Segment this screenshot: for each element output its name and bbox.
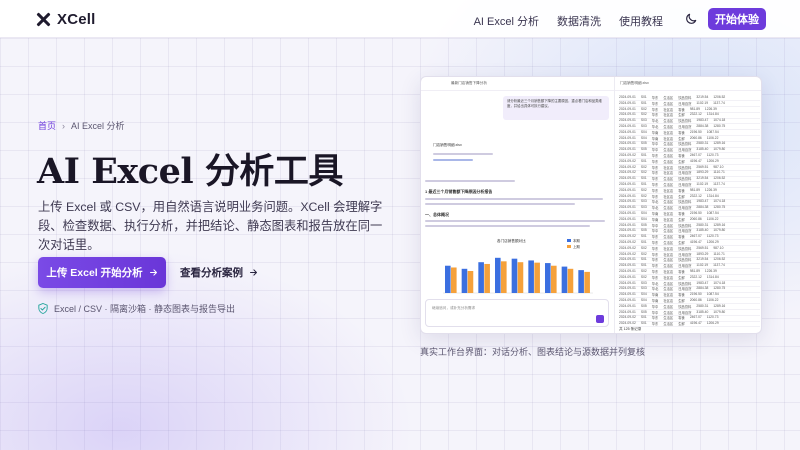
table-footer: 共 125 条记录 [619, 327, 642, 331]
breadcrumb-separator: › [62, 120, 66, 131]
feature-list: Excel / CSV · 隔离沙箱 · 静态图表与报告导出 [38, 302, 235, 315]
upload-excel-button[interactable]: 上传 Excel 开始分析 [38, 257, 166, 288]
x-logo-icon [36, 12, 51, 27]
logo[interactable]: XCell [36, 11, 96, 28]
breadcrumb: 首页 › AI Excel 分析 [38, 119, 125, 132]
bar-S06-series-0 [528, 260, 534, 293]
bar-S09-series-1 [584, 271, 590, 293]
table-header: 门店销售明细.xlsx [615, 77, 761, 91]
bar-S07-series-0 [545, 263, 551, 293]
bar-S02-series-0 [461, 268, 468, 293]
arrow-right-icon [250, 269, 257, 276]
chat-input-placeholder: 继续追问，或补充分析需求 [432, 306, 476, 310]
section-title: 一、总体概况 [425, 212, 449, 217]
view-cases-label: 查看分析案例 [180, 267, 243, 279]
bar-S04-series-0 [495, 257, 501, 293]
data-table-pane: 门店销售明细.xlsx 2024-09-01 S01 华东 生活区 饮品饮料 3219.5… [614, 77, 761, 333]
chart-title: 各门店销售额对比 [497, 238, 526, 243]
user-message: 请分析最近三个月销售额下降的主要原因，重点看门店和品类维度，并给出具体可执行建议… [503, 96, 609, 120]
logo-text: XCell [57, 11, 96, 28]
page-title: AI Excel 分析工具 [37, 151, 343, 192]
bar-S08-series-1 [567, 268, 574, 293]
bar-S05-series-1 [517, 262, 524, 293]
nav-links: AI Excel 分析 数据清洗 使用教程 [474, 13, 663, 29]
bar-S09-series-0 [578, 270, 584, 293]
screenshot-caption: 真实工作台界面：对话分析、图表结论与源数据并列复核 [420, 347, 646, 357]
doc-name: 门店销售明细.xlsx [433, 143, 462, 147]
bar-S01-series-1 [451, 267, 457, 293]
moon-icon[interactable] [684, 12, 698, 26]
sales-bar-chart: 各门店销售额对比 本期 上期 [443, 238, 593, 294]
bar-S03-series-0 [478, 262, 484, 293]
bar-S06-series-1 [534, 262, 540, 293]
start-trial-button[interactable]: 开始体验 [708, 8, 766, 30]
upload-excel-label: 上传 Excel 开始分析 [46, 267, 143, 279]
bar-S03-series-1 [484, 263, 490, 293]
breadcrumb-current: AI Excel 分析 [71, 121, 125, 131]
breadcrumb-home[interactable]: 首页 [38, 119, 56, 132]
nav-link-tutorial[interactable]: 使用教程 [619, 13, 663, 29]
view-cases-link[interactable]: 查看分析案例 [180, 257, 258, 288]
send-button[interactable] [596, 315, 604, 323]
nav-link-ai-excel[interactable]: AI Excel 分析 [474, 13, 539, 29]
legend-swatch-previous [567, 245, 571, 248]
legend-swatch-current [567, 239, 571, 242]
legend-label-previous: 上期 [573, 244, 580, 249]
chat-input[interactable]: 继续追问，或补充分析需求 [425, 299, 609, 327]
chat-pane: 最新门店销售下降分析 请分析最近三个月销售额下降的主要原因，重点看门店和品类维度… [421, 77, 614, 333]
legend-label-current: 本期 [573, 238, 580, 243]
feature-text: Excel / CSV · 隔离沙箱 · 静态图表与报告导出 [54, 304, 236, 314]
bar-S05-series-0 [511, 258, 518, 293]
bar-S04-series-1 [501, 261, 507, 293]
top-navbar: XCell AI Excel 分析 数据清洗 使用教程 开始体验 [0, 0, 800, 38]
arrow-right-icon [149, 269, 157, 276]
bar-S07-series-1 [551, 265, 557, 293]
app-screenshot: 最新门店销售下降分析 请分析最近三个月销售额下降的主要原因，重点看门店和品类维度… [420, 76, 762, 334]
shield-check-icon [38, 303, 48, 314]
page-subtitle: 上传 Excel 或 CSV，用自然语言说明业务问题。XCell 会理解字段、检… [38, 200, 383, 252]
chat-header: 最新门店销售下降分析 [421, 77, 614, 91]
nav-link-data-cleaning[interactable]: 数据清洗 [557, 13, 601, 29]
bar-S08-series-0 [561, 266, 568, 293]
bar-S02-series-1 [467, 271, 474, 293]
bar-S01-series-0 [445, 265, 451, 293]
report-title: 1 最近三个月销售额下降原因分析报告 [425, 189, 493, 194]
